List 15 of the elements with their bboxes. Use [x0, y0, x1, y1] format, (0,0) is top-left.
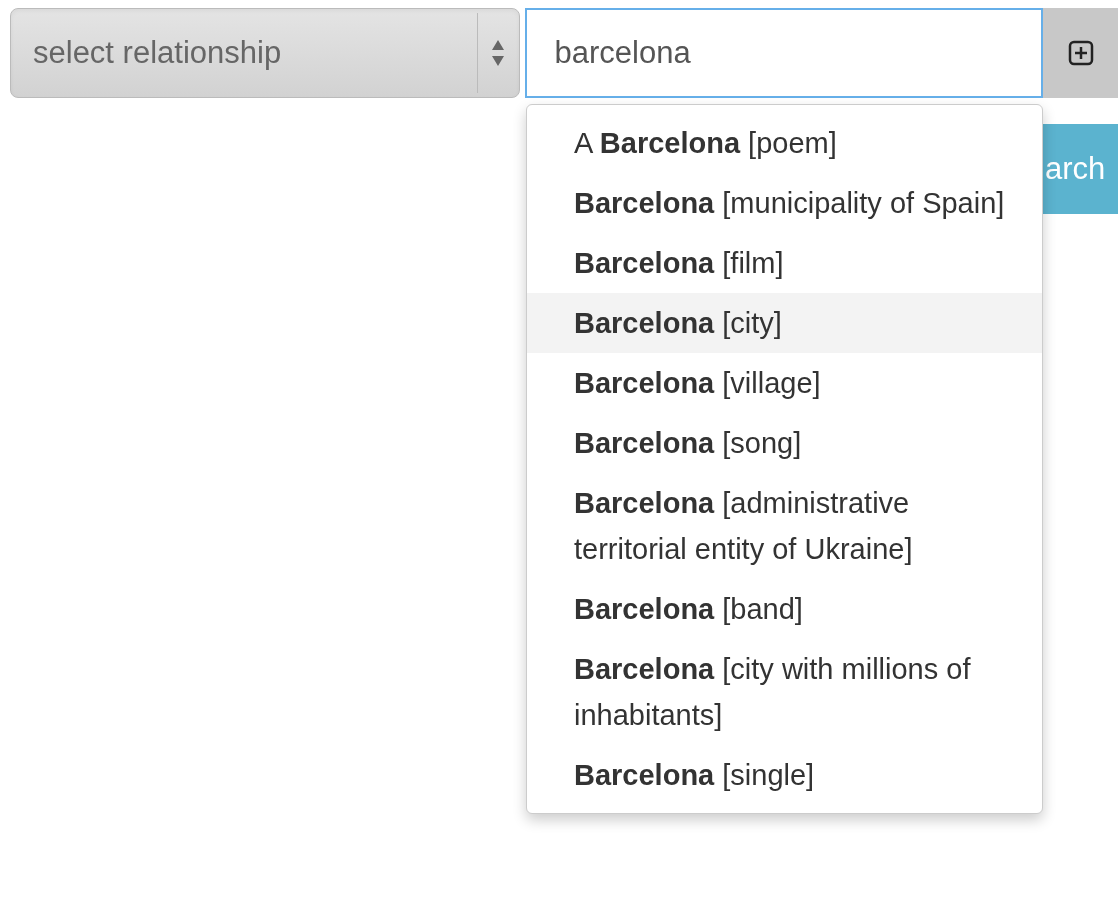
search-field[interactable]: barcelona [524, 8, 1044, 98]
suggestion-item[interactable]: Barcelona [administrative territorial entity of Ukraine] [527, 473, 1042, 579]
suggestion-item[interactable]: A Barcelona [poem] [527, 113, 1042, 173]
add-button[interactable] [1043, 8, 1118, 98]
suggestion-item[interactable]: Barcelona [city] [527, 293, 1042, 353]
suggestion-item[interactable]: Barcelona [band] [527, 579, 1042, 639]
suggestion-item[interactable]: Barcelona [single] [527, 745, 1042, 805]
relationship-select[interactable]: select relationship [10, 8, 520, 98]
suggestion-item[interactable]: Barcelona [city with millions of inhabitants] [527, 639, 1042, 745]
plus-square-icon [1067, 40, 1094, 66]
suggestion-item[interactable]: Barcelona [municipality of Spain] [527, 173, 1042, 233]
suggestion-item[interactable]: Barcelona [film] [527, 233, 1042, 293]
sort-arrows-icon [491, 38, 505, 68]
suggestion-item[interactable]: Barcelona [song] [527, 413, 1042, 473]
suggestion-item[interactable]: Barcelona [village] [527, 353, 1042, 413]
